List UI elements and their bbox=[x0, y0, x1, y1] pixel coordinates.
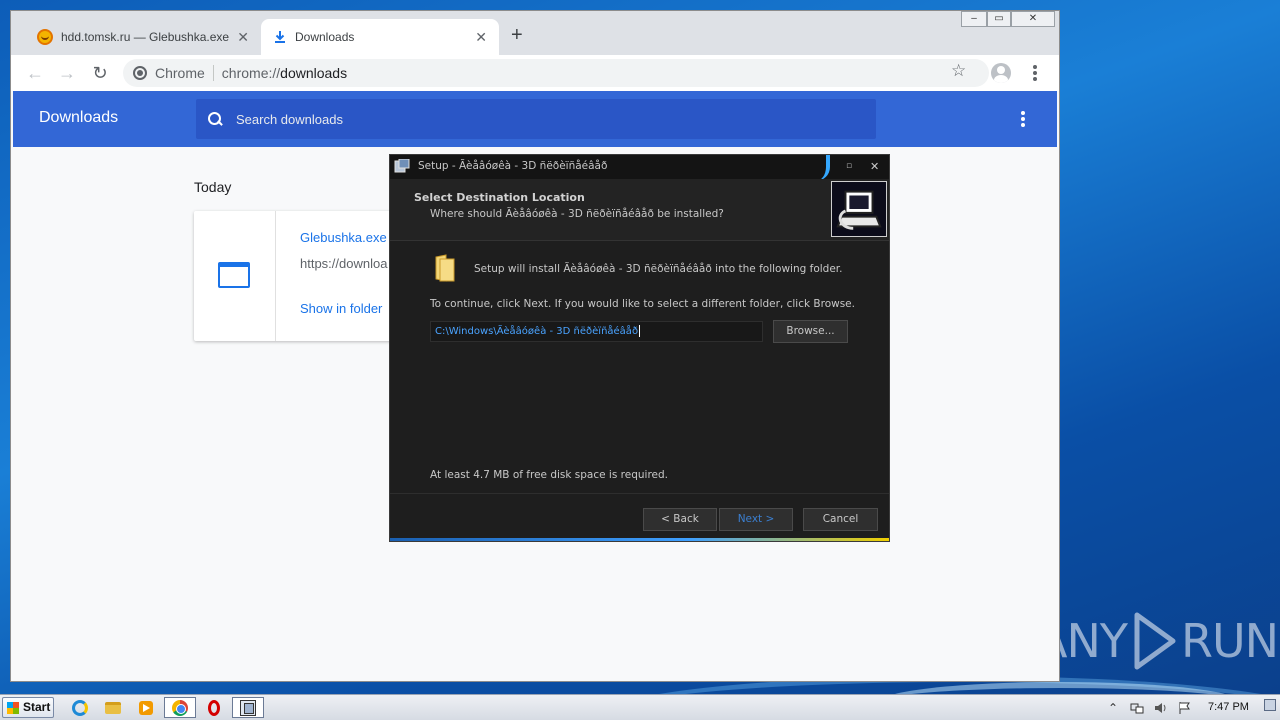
back-button[interactable]: < Back bbox=[643, 508, 717, 531]
tab-title: hdd.tomsk.ru — Glebushka.exe bbox=[61, 30, 230, 44]
taskbar-clock[interactable]: 7:47 PM bbox=[1208, 701, 1249, 713]
bookmark-star-icon[interactable]: ☆ bbox=[951, 61, 966, 81]
taskbar-chrome[interactable] bbox=[164, 697, 196, 718]
back-arrow-icon[interactable]: ← bbox=[23, 61, 47, 85]
profile-avatar-icon[interactable] bbox=[991, 63, 1011, 83]
taskbar-ie[interactable] bbox=[64, 697, 96, 718]
close-window-button[interactable]: ✕ bbox=[1011, 11, 1055, 27]
setup-dialog: Setup - Ãèåâóøêà - 3D ñëðèïñåéâåð ▫ ✕ Se… bbox=[389, 154, 890, 542]
divider bbox=[390, 493, 889, 494]
minimize-button[interactable]: – bbox=[961, 11, 987, 27]
forward-arrow-icon[interactable]: → bbox=[55, 61, 79, 85]
search-icon bbox=[208, 112, 222, 126]
media-player-icon bbox=[139, 700, 153, 715]
window-controls: – ▭ ✕ bbox=[961, 11, 1055, 27]
setup-bottom-accent bbox=[390, 538, 889, 541]
download-url[interactable]: https://downloa bbox=[300, 256, 387, 271]
destination-path-input[interactable]: C:\Windows\Ãèåâóøêà - 3D ñëðèïñåéâåð bbox=[430, 321, 763, 342]
chrome-logo-icon bbox=[133, 66, 147, 80]
installer-icon bbox=[240, 699, 256, 716]
close-tab-icon[interactable]: ✕ bbox=[475, 29, 487, 46]
browser-menu-icon[interactable] bbox=[1027, 63, 1043, 83]
omnibox-path: downloads bbox=[280, 65, 348, 81]
browser-toolbar: ← → ↻ Chrome chrome:// downloads ☆ bbox=[11, 55, 1059, 91]
cancel-button[interactable]: Cancel bbox=[803, 508, 878, 531]
install-info-text: Setup will install Ãèåâóøêà - 3D ñëðèïñå… bbox=[474, 263, 843, 275]
downloads-header: Downloads bbox=[13, 91, 1057, 147]
disk-space-text: At least 4.7 MB of free disk space is re… bbox=[430, 469, 668, 481]
omnibox-chip: Chrome bbox=[155, 65, 214, 81]
setup-title: Setup - Ãèåâóøêà - 3D ñëðèïñåéâåð bbox=[418, 160, 608, 172]
reload-icon[interactable]: ↻ bbox=[88, 61, 112, 85]
next-button[interactable]: Next > bbox=[719, 508, 793, 531]
taskbar-explorer[interactable] bbox=[97, 697, 129, 718]
search-input[interactable] bbox=[236, 111, 836, 127]
network-icon[interactable] bbox=[1130, 701, 1144, 715]
tray-expand-icon[interactable]: ⌃ bbox=[1106, 701, 1120, 715]
setup-heading: Select Destination Location bbox=[414, 191, 585, 204]
setup-minimize-button[interactable]: ▫ bbox=[846, 161, 852, 171]
start-button[interactable]: Start bbox=[2, 697, 54, 718]
installer-app-icon bbox=[394, 159, 410, 173]
address-bar[interactable]: Chrome chrome:// downloads bbox=[123, 59, 989, 87]
folder-icon bbox=[435, 254, 455, 282]
setup-subheading: Where should Ãèåâóøêà - 3D ñëðèïñåéâåð b… bbox=[430, 208, 724, 220]
tab-title: Downloads bbox=[295, 30, 355, 44]
show-in-folder-link[interactable]: Show in folder bbox=[300, 301, 382, 316]
file-icon bbox=[194, 211, 276, 341]
close-tab-icon[interactable]: ✕ bbox=[237, 29, 249, 46]
download-favicon-icon bbox=[275, 31, 285, 43]
titlebar-accent bbox=[814, 155, 830, 181]
anyrun-watermark: ANY RUN bbox=[1036, 608, 1279, 674]
maximize-button[interactable]: ▭ bbox=[987, 11, 1011, 27]
tab-glebushka[interactable]: hdd.tomsk.ru — Glebushka.exe ✕ bbox=[25, 19, 261, 55]
page-title: Downloads bbox=[39, 109, 119, 126]
volume-icon[interactable] bbox=[1154, 701, 1168, 715]
chrome-icon bbox=[172, 699, 188, 716]
search-bar[interactable] bbox=[196, 99, 876, 139]
tab-strip: – ▭ ✕ hdd.tomsk.ru — Glebushka.exe ✕ Dow… bbox=[11, 11, 1059, 55]
setup-titlebar[interactable]: Setup - Ãèåâóøêà - 3D ñëðèïñåéâåð ▫ ✕ bbox=[390, 155, 889, 181]
taskbar-opera[interactable] bbox=[198, 697, 230, 718]
omnibox-scheme: chrome:// bbox=[221, 65, 281, 81]
watermark-text-right: RUN bbox=[1180, 614, 1279, 668]
system-tray: ⌃ bbox=[1106, 698, 1192, 718]
folder-icon bbox=[105, 701, 121, 714]
download-file-link[interactable]: Glebushka.exe bbox=[300, 230, 387, 245]
downloads-menu-icon[interactable] bbox=[1015, 109, 1031, 129]
action-center-flag-icon[interactable] bbox=[1178, 701, 1192, 715]
new-tab-button[interactable]: + bbox=[511, 25, 523, 45]
taskbar-setup[interactable] bbox=[232, 697, 264, 718]
setup-header: Select Destination Location Where should… bbox=[390, 179, 889, 241]
taskbar-media-player[interactable] bbox=[130, 697, 162, 718]
opera-icon bbox=[208, 699, 220, 716]
continue-info-text: To continue, click Next. If you would li… bbox=[430, 298, 855, 310]
installer-computer-icon bbox=[831, 181, 887, 237]
destination-path-value: C:\Windows\Ãèåâóøêà - 3D ñëðèïñåéâåð bbox=[435, 326, 639, 337]
tab-downloads[interactable]: Downloads ✕ bbox=[261, 19, 499, 55]
section-label-today: Today bbox=[194, 179, 232, 195]
setup-close-button[interactable]: ✕ bbox=[870, 160, 879, 173]
smiley-favicon-icon bbox=[37, 29, 53, 45]
internet-explorer-icon bbox=[72, 699, 88, 716]
taskbar: Start ⌃ 7:47 PM bbox=[0, 694, 1280, 720]
browse-button[interactable]: Browse... bbox=[773, 320, 848, 343]
show-desktop-button[interactable] bbox=[1264, 699, 1276, 711]
play-icon bbox=[1134, 612, 1176, 670]
